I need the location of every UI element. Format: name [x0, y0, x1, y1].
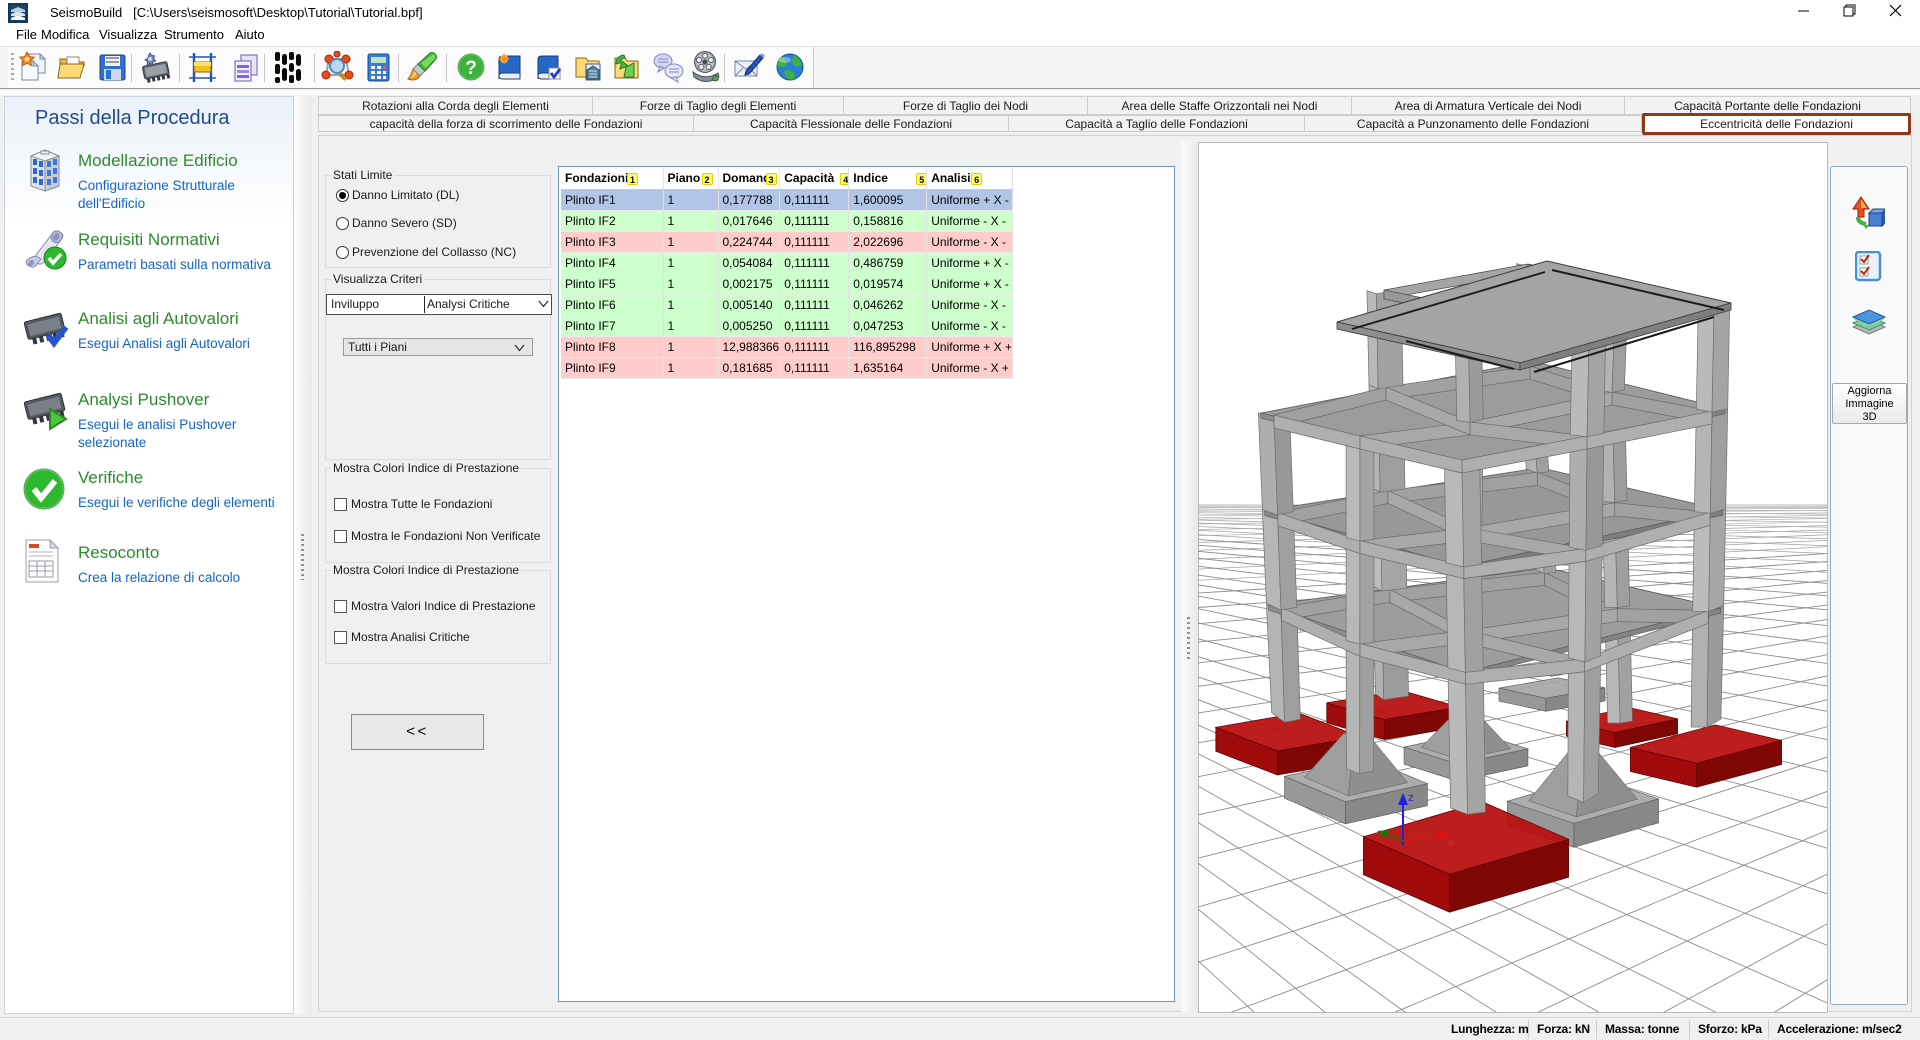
svg-text:?: ? — [465, 58, 477, 79]
svg-text:z: z — [1408, 792, 1414, 804]
svg-text:x: x — [1448, 838, 1453, 849]
